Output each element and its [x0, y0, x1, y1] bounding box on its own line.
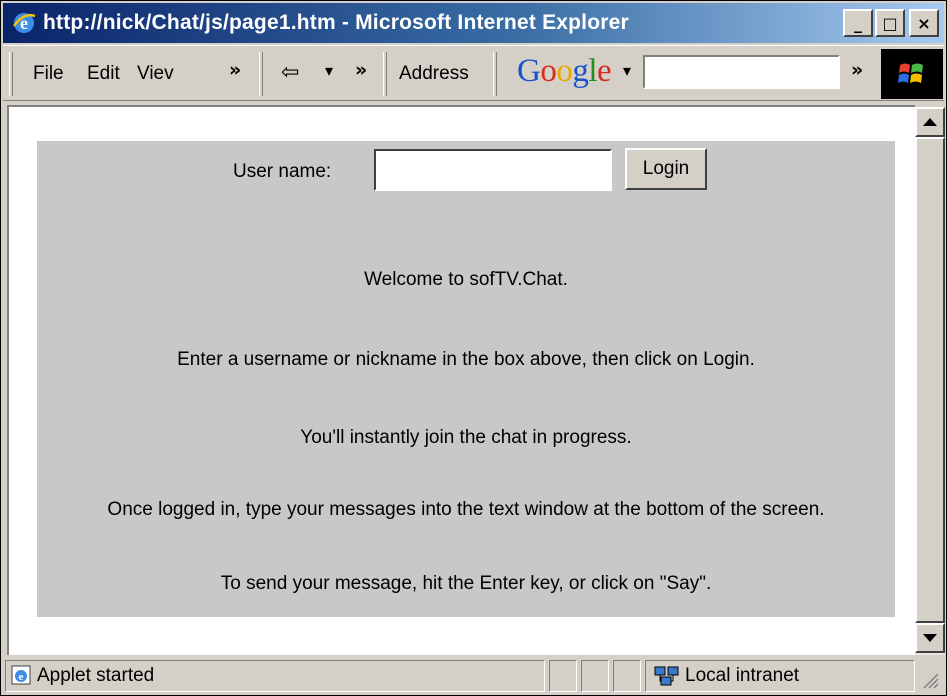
minimize-button[interactable]: _: [843, 9, 873, 37]
back-dropdown-icon[interactable]: ▾: [325, 61, 333, 80]
window-title: http://nick/Chat/js/page1.htm - Microsof…: [43, 11, 629, 34]
instruction-message: Once logged in, type your messages into …: [107, 499, 825, 520]
instruction-message: To send your message, hit the Enter key,…: [220, 573, 712, 594]
scroll-up-button[interactable]: [915, 107, 945, 137]
page-status-icon: e: [11, 665, 31, 690]
instruction-message: Enter a username or nickname in the box …: [177, 349, 755, 370]
nav-overflow-chevron[interactable]: »: [355, 59, 367, 81]
maximize-button[interactable]: □: [875, 9, 905, 37]
login-button[interactable]: Login: [625, 148, 707, 190]
menu-overflow-chevron[interactable]: »: [229, 59, 241, 81]
arrow-down-icon: [923, 634, 937, 642]
browser-window: e http://nick/Chat/js/page1.htm - Micros…: [0, 0, 947, 696]
back-arrow-icon[interactable]: ⇦: [281, 60, 299, 85]
zone-text: Local intranet: [685, 665, 800, 686]
close-button[interactable]: ×: [909, 9, 939, 37]
instruction-message: You'll instantly join the chat in progre…: [300, 427, 632, 448]
resize-grip-icon[interactable]: [921, 671, 939, 694]
google-letter: e: [597, 53, 612, 89]
username-label: User name:: [233, 161, 332, 182]
address-label[interactable]: Address: [399, 63, 469, 85]
status-cell: [581, 660, 609, 692]
ie-icon: e: [11, 10, 37, 36]
scroll-thumb[interactable]: [915, 137, 945, 623]
google-letter: o: [556, 53, 573, 89]
windows-logo-icon: [881, 49, 943, 99]
google-letter: G: [517, 53, 541, 89]
toolbar-grip[interactable]: [383, 52, 387, 96]
google-logo[interactable]: Google: [517, 53, 612, 90]
google-search-input[interactable]: [643, 55, 840, 89]
toolbar-grip[interactable]: [493, 52, 497, 96]
google-overflow-chevron[interactable]: »: [851, 59, 863, 81]
google-dropdown-icon[interactable]: ▾: [623, 61, 631, 80]
toolbar: File Edit Viev » ⇦ ▾ » Address Google ▾ …: [3, 45, 944, 101]
google-letter: o: [540, 53, 557, 89]
title-bar[interactable]: e http://nick/Chat/js/page1.htm - Micros…: [3, 3, 944, 43]
vertical-scrollbar[interactable]: [915, 107, 945, 655]
menu-file[interactable]: File: [33, 63, 64, 85]
intranet-icon: [653, 665, 681, 692]
chat-applet-panel: User name: Login Welcome to sofTV.Chat. …: [37, 141, 895, 617]
page-content: User name: Login Welcome to sofTV.Chat. …: [7, 105, 915, 655]
google-letter: g: [572, 53, 589, 89]
toolbar-grip[interactable]: [9, 52, 13, 96]
arrow-up-icon: [923, 118, 937, 126]
status-cell: [549, 660, 577, 692]
menu-edit[interactable]: Edit: [87, 63, 120, 85]
svg-text:e: e: [19, 671, 24, 683]
toolbar-grip[interactable]: [259, 52, 263, 96]
menu-view[interactable]: Viev: [137, 63, 174, 85]
scroll-down-button[interactable]: [915, 623, 945, 653]
welcome-message: Welcome to sofTV.Chat.: [364, 269, 568, 290]
status-text: Applet started: [37, 665, 155, 686]
status-cell: [613, 660, 641, 692]
username-input[interactable]: [374, 149, 612, 191]
status-bar: e Applet started Local intranet: [3, 657, 944, 695]
google-letter: l: [588, 53, 598, 89]
